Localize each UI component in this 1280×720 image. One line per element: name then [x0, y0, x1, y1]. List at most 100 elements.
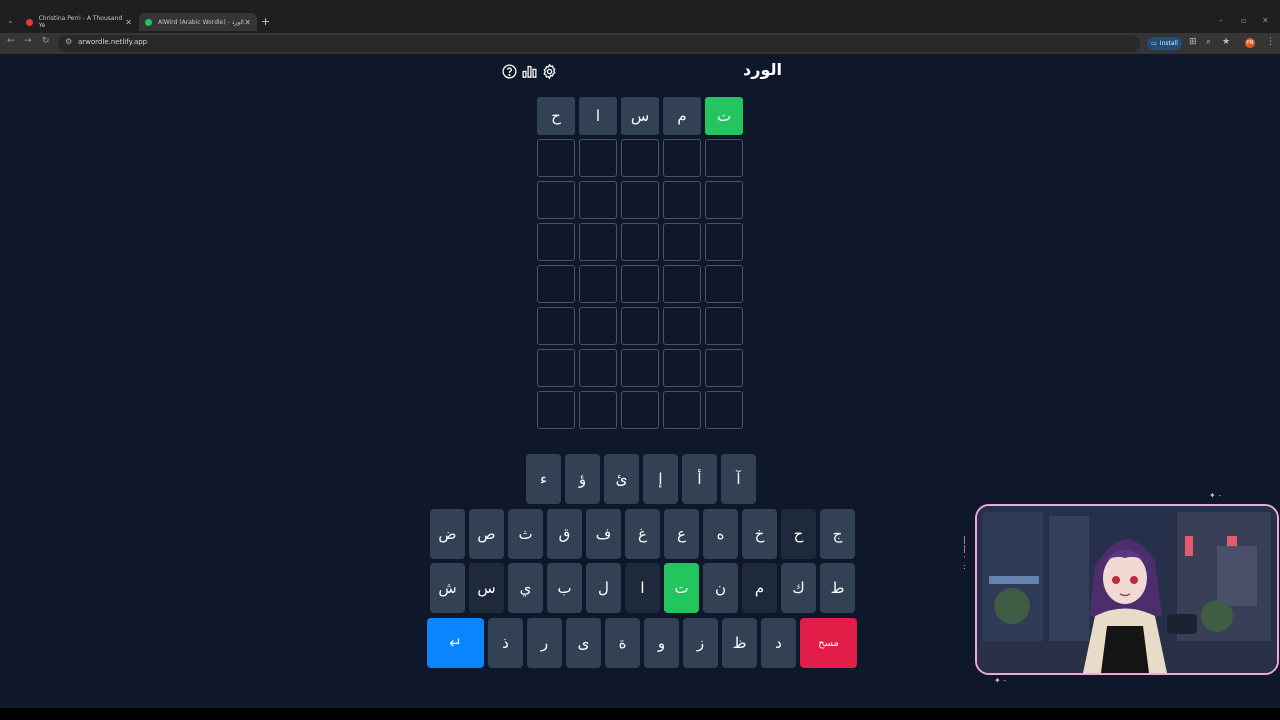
stats-icon[interactable]: [520, 62, 538, 80]
letter-key-button[interactable]: ل: [586, 563, 621, 613]
board-tile: [579, 307, 617, 345]
settings-icon[interactable]: [540, 62, 558, 80]
board-tile: [663, 223, 701, 261]
letter-key-button[interactable]: ة: [605, 618, 640, 668]
board-tile: [579, 223, 617, 261]
letter-key-button[interactable]: ع: [664, 509, 699, 559]
letter-key-button[interactable]: غ: [625, 509, 660, 559]
board-row: [537, 139, 743, 177]
letter-key-button[interactable]: إ: [643, 454, 678, 504]
board-tile: س: [621, 97, 659, 135]
zoom-icon[interactable]: ⌕: [1206, 37, 1211, 47]
letter-key-button[interactable]: ك: [781, 563, 816, 613]
board-tile: [579, 139, 617, 177]
help-icon[interactable]: [500, 62, 518, 80]
letter-key-button[interactable]: ث: [508, 509, 543, 559]
overlay-dots: | | ·:: [963, 535, 966, 571]
letter-key-button[interactable]: ج: [820, 509, 855, 559]
letter-key-button[interactable]: ف: [586, 509, 621, 559]
youtube-favicon-icon: [26, 18, 33, 26]
board-tile: [537, 139, 575, 177]
bookmark-star-icon[interactable]: ★: [1222, 37, 1230, 47]
letter-key-button[interactable]: و: [644, 618, 679, 668]
letter-key-button[interactable]: آ: [721, 454, 756, 504]
board-tile: ح: [537, 97, 575, 135]
close-tab-icon[interactable]: ✕: [244, 18, 251, 27]
letter-key-button[interactable]: ئ: [604, 454, 639, 504]
header-icons: [500, 62, 558, 80]
letter-key-button[interactable]: ط: [820, 563, 855, 613]
letter-key-button[interactable]: د: [761, 618, 796, 668]
board-tile: [705, 391, 743, 429]
letter-key-button[interactable]: ب: [547, 563, 582, 613]
letter-key-button[interactable]: ظ: [722, 618, 757, 668]
board-tile: [579, 391, 617, 429]
letter-key-button[interactable]: خ: [742, 509, 777, 559]
board-tile: [705, 307, 743, 345]
install-app-button[interactable]: ▭ Install: [1147, 37, 1182, 50]
back-icon[interactable]: ←: [7, 36, 15, 46]
keyboard-row-1: ءؤئإأآ: [526, 454, 756, 504]
letter-key-button[interactable]: ض: [430, 509, 465, 559]
game-board: حاسمت: [537, 97, 743, 433]
new-tab-icon[interactable]: +: [261, 15, 270, 28]
keyboard-row-3: شسيبلاتنمكط: [430, 563, 855, 613]
delete-key-button[interactable]: مسح: [800, 618, 857, 668]
letter-key-button[interactable]: ء: [526, 454, 561, 504]
board-tile: [663, 181, 701, 219]
board-row: [537, 307, 743, 345]
site-info-icon[interactable]: ⚙: [65, 37, 72, 46]
letter-key-button[interactable]: ص: [469, 509, 504, 559]
tab-title: AlWird (Arabic Wordle) - الورد: [158, 18, 244, 26]
tab-title: Christina Perri - A Thousand Ye: [38, 15, 123, 29]
address-bar[interactable]: ⚙ arwordle.netlify.app: [58, 35, 1140, 52]
maximize-icon[interactable]: ▫: [1241, 16, 1246, 25]
letter-key-button[interactable]: ش: [430, 563, 465, 613]
letter-key-button[interactable]: ي: [508, 563, 543, 613]
letter-key-button[interactable]: ت: [664, 563, 699, 613]
tab-search-icon[interactable]: ⌄: [7, 16, 14, 25]
close-window-icon[interactable]: ✕: [1262, 16, 1269, 25]
board-tile: [663, 391, 701, 429]
board-tile: [537, 391, 575, 429]
browser-tab-bar: ⌄ Christina Perri - A Thousand Ye ✕ AlWi…: [0, 0, 1280, 33]
letter-key-button[interactable]: أ: [682, 454, 717, 504]
enter-key-button[interactable]: ↵: [427, 618, 484, 668]
board-tile: [537, 223, 575, 261]
board-tile: [537, 265, 575, 303]
board-row: حاسمت: [537, 97, 743, 135]
reload-icon[interactable]: ↻: [42, 36, 50, 46]
letter-key-button[interactable]: ى: [566, 618, 601, 668]
url-text: arwordle.netlify.app: [78, 38, 148, 46]
letter-key-button[interactable]: ق: [547, 509, 582, 559]
board-row: [537, 265, 743, 303]
tab-alwird[interactable]: AlWird (Arabic Wordle) - الورد ✕: [139, 13, 257, 31]
tab-christina-perri[interactable]: Christina Perri - A Thousand Ye ✕: [20, 13, 138, 31]
board-tile: [621, 223, 659, 261]
forward-icon[interactable]: →: [24, 36, 32, 46]
letter-key-button[interactable]: ذ: [488, 618, 523, 668]
board-tile: [579, 265, 617, 303]
letter-key-button[interactable]: ه: [703, 509, 738, 559]
minimize-icon[interactable]: –: [1219, 16, 1223, 25]
board-tile: [621, 265, 659, 303]
profile-avatar[interactable]: PN: [1245, 38, 1255, 48]
letter-key-button[interactable]: م: [742, 563, 777, 613]
letter-key-button[interactable]: ؤ: [565, 454, 600, 504]
letter-key-button[interactable]: ن: [703, 563, 738, 613]
sparkle-icon: ✦ -: [994, 676, 1007, 685]
letter-key-button[interactable]: ز: [683, 618, 718, 668]
translate-icon[interactable]: ⊞: [1189, 37, 1197, 47]
letter-key-button[interactable]: ح: [781, 509, 816, 559]
menu-kebab-icon[interactable]: ⋮: [1266, 37, 1275, 47]
vtuber-avatar-scene: [977, 506, 1277, 673]
board-tile: [537, 349, 575, 387]
board-row: [537, 391, 743, 429]
install-label: Install: [1159, 40, 1178, 47]
letter-key-button[interactable]: ا: [625, 563, 660, 613]
board-tile: [705, 139, 743, 177]
letter-key-button[interactable]: ر: [527, 618, 562, 668]
letter-key-button[interactable]: س: [469, 563, 504, 613]
browser-toolbar: ← → ↻ ⚙ arwordle.netlify.app: [0, 33, 1280, 54]
close-tab-icon[interactable]: ✕: [125, 18, 132, 27]
